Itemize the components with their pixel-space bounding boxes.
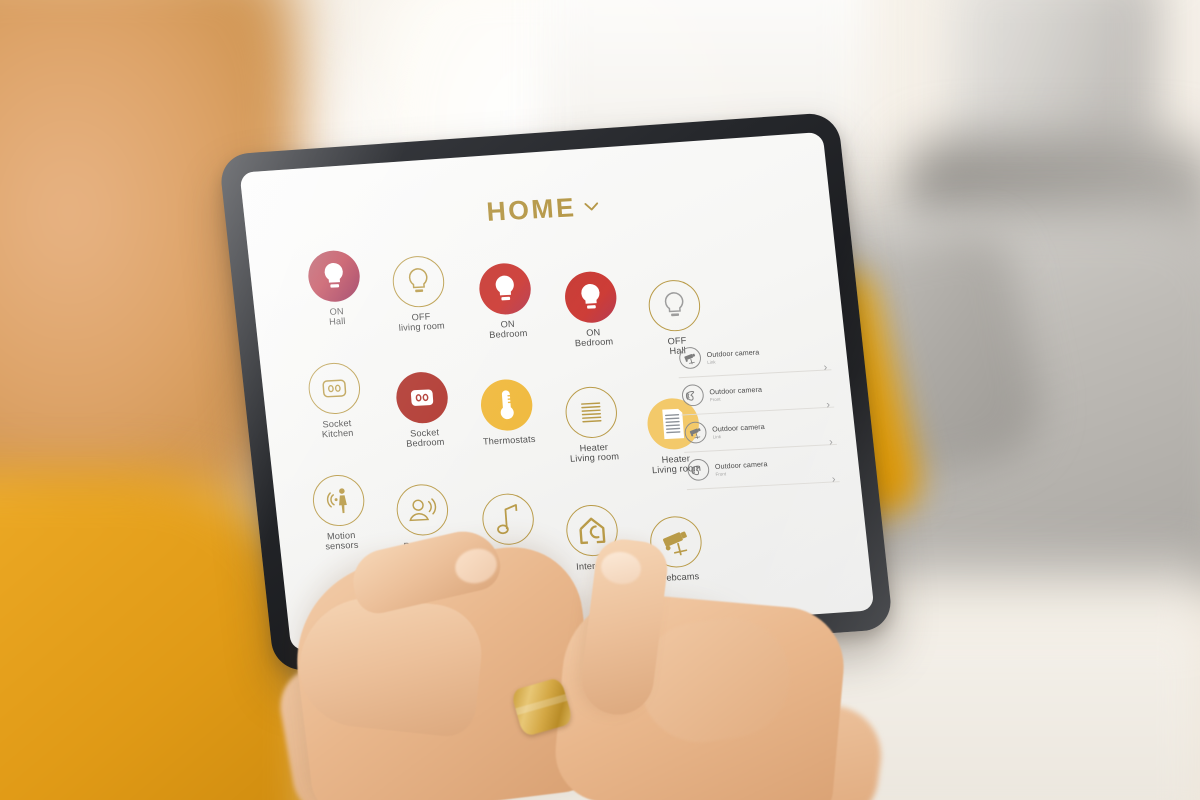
tablet-bezel: HOME ON Hall OFF living room ON Bedroom …: [218, 111, 894, 673]
device-grid-row: Motion sensors Broadcast Speaker Interco…: [297, 421, 704, 583]
device-tile-label: Intercom: [575, 560, 614, 572]
lightbulb-icon: [563, 270, 619, 325]
device-tile-broadcast[interactable]: Broadcast: [379, 482, 467, 552]
motion-sensor-icon: [311, 473, 367, 528]
webcam-icon: [648, 515, 704, 569]
tablet-device: HOME ON Hall OFF living room ON Bedroom …: [218, 111, 894, 673]
lightbulb-icon: [306, 249, 362, 304]
socket-icon: [394, 370, 450, 425]
lightbulb-icon: [646, 278, 702, 333]
list-item-text: Outdoor camera Link: [706, 343, 828, 364]
device-tile-label: OFF living room: [398, 311, 446, 334]
motion-icon: [686, 458, 710, 482]
cctv-icon: [678, 346, 702, 370]
device-tile-intercom[interactable]: Intercom: [549, 503, 637, 573]
thermometer-icon: [479, 378, 535, 432]
device-tile-label: Webcams: [657, 571, 700, 584]
device-tile-webcams[interactable]: Webcams: [633, 514, 721, 584]
app-header: HOME: [254, 179, 832, 240]
device-grid: ON Hall OFF living room ON Bedroom ON Be…: [283, 233, 704, 583]
device-tile-light-livingroom-off[interactable]: OFF living room: [375, 254, 463, 335]
chevron-down-icon[interactable]: [583, 198, 599, 216]
lightbulb-icon: [477, 262, 533, 316]
intercom-icon: [564, 503, 620, 558]
motion-icon: [681, 383, 705, 407]
page-title: HOME: [485, 192, 578, 227]
device-tile-light-bedroom-on-1[interactable]: ON Bedroom: [462, 261, 550, 342]
music-note-icon: [480, 492, 536, 547]
chevron-right-icon[interactable]: ›: [831, 473, 835, 485]
device-tile-motion-sensors[interactable]: Motion sensors: [295, 473, 383, 554]
app-viewport: HOME ON Hall OFF living room ON Bedroom …: [251, 140, 861, 642]
tablet-screen[interactable]: HOME ON Hall OFF living room ON Bedroom …: [239, 131, 875, 651]
device-tile-label: Motion sensors: [325, 530, 359, 552]
camera-list: Outdoor camera Link › Outdoor camera Fro…: [676, 332, 840, 491]
broadcast-icon: [394, 483, 450, 537]
cctv-icon: [683, 421, 708, 444]
list-item-text: Outdoor camera Link: [712, 418, 834, 439]
device-tile-speaker[interactable]: Speaker: [465, 492, 553, 562]
device-tile-socket-kitchen[interactable]: Socket Kitchen: [291, 361, 379, 442]
device-tile-label: Speaker: [492, 548, 529, 561]
list-item[interactable]: Outdoor camera Front ›: [684, 444, 840, 491]
socket-icon: [306, 361, 362, 416]
device-tile-light-hall-on[interactable]: ON Hall: [291, 249, 379, 330]
lightbulb-icon: [391, 254, 446, 309]
device-tile-label: Broadcast: [403, 539, 447, 552]
list-item-text: Outdoor camera Front: [715, 455, 837, 476]
list-item-text: Outdoor camera Front: [709, 381, 831, 401]
device-tile-label: ON Hall: [328, 306, 346, 328]
device-tile-label: Socket Kitchen: [321, 418, 354, 440]
